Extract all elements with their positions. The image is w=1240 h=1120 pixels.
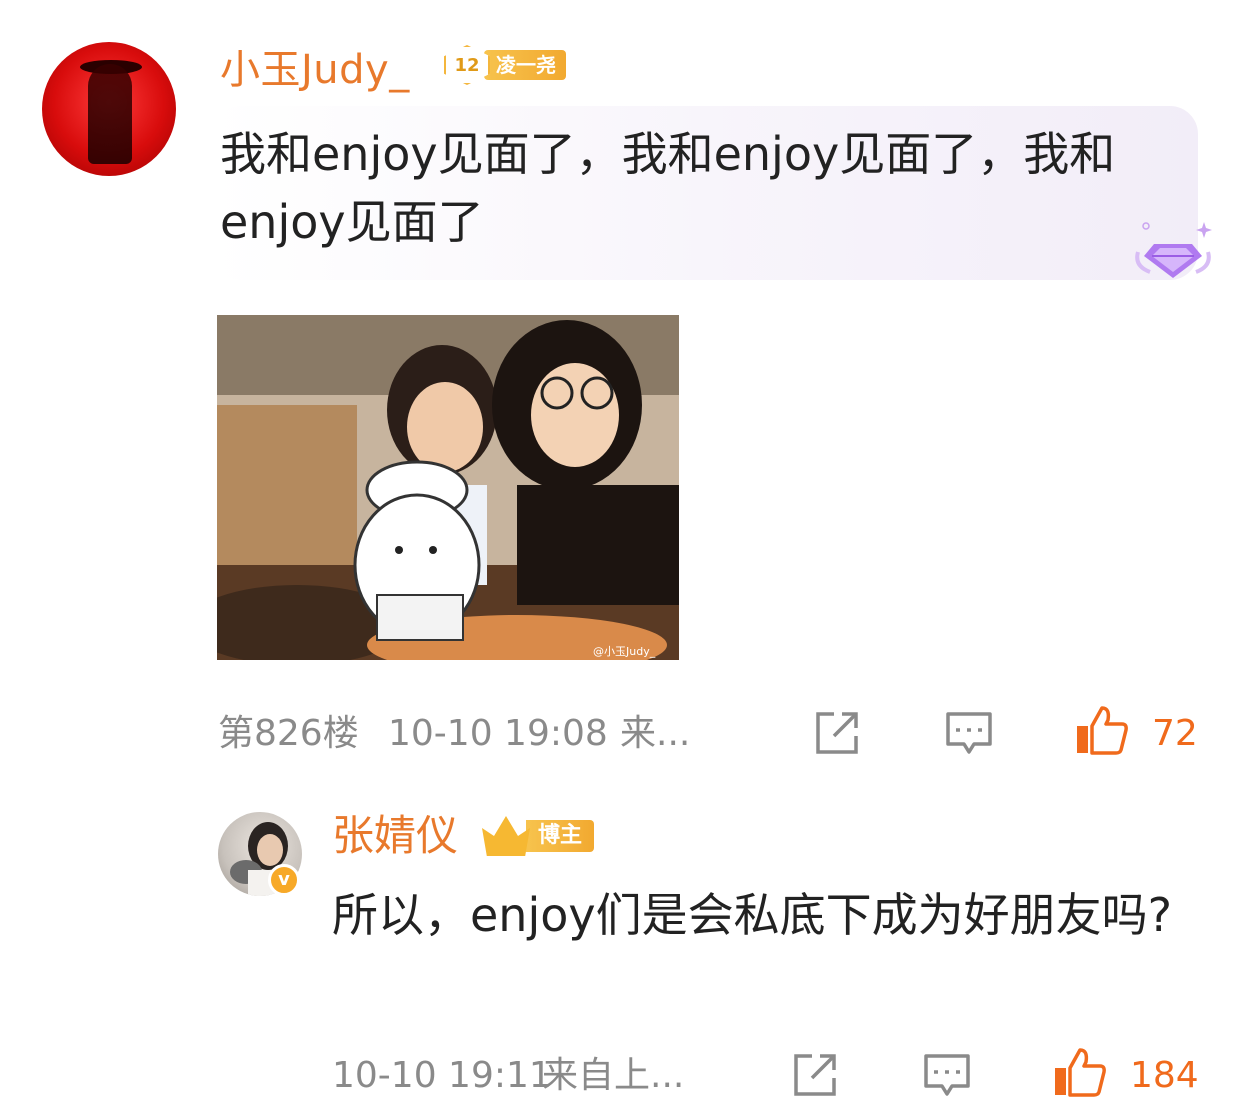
- comment-icon[interactable]: [922, 1050, 972, 1100]
- comment-time: 10-10 19:08: [388, 713, 608, 754]
- comment-source: 来...: [620, 713, 691, 754]
- reply-source: 来自上...: [542, 1055, 685, 1096]
- crown-icon: [482, 816, 530, 856]
- share-icon[interactable]: [790, 1050, 840, 1100]
- share-icon[interactable]: [812, 708, 862, 758]
- floor-number: 第826楼: [218, 713, 359, 754]
- commenter-avatar[interactable]: [42, 42, 176, 176]
- fan-badge-name: 凌一尧: [484, 50, 566, 80]
- fan-badge[interactable]: 12 凌一尧: [444, 45, 570, 85]
- blogger-badge-label: 博主: [526, 820, 595, 852]
- commenter-username[interactable]: 小玉Judy_: [220, 44, 410, 96]
- like-count: 184: [1130, 1055, 1199, 1096]
- reply-time: 10-10 19:11: [332, 1055, 552, 1096]
- gem-badge-icon: [1135, 222, 1212, 278]
- comment-image[interactable]: @小玉Judy_: [217, 315, 679, 660]
- like-count: 72: [1152, 713, 1198, 754]
- reply-text: 所以，enjoy们是会私底下成为好朋友吗?: [332, 888, 1173, 942]
- comment-icon[interactable]: [944, 708, 994, 758]
- reply-username[interactable]: 张婧仪: [332, 808, 458, 864]
- image-watermark: @小玉Judy_: [593, 645, 656, 658]
- like-icon[interactable]: [1074, 704, 1130, 756]
- comment-text: 我和enjoy见面了，我和enjoy见面了，我和enjoy见面了: [220, 127, 1116, 249]
- verified-badge: v: [268, 864, 300, 896]
- like-icon[interactable]: [1052, 1046, 1108, 1098]
- blogger-badge: 博主: [482, 816, 595, 856]
- fan-level: 12: [444, 45, 490, 85]
